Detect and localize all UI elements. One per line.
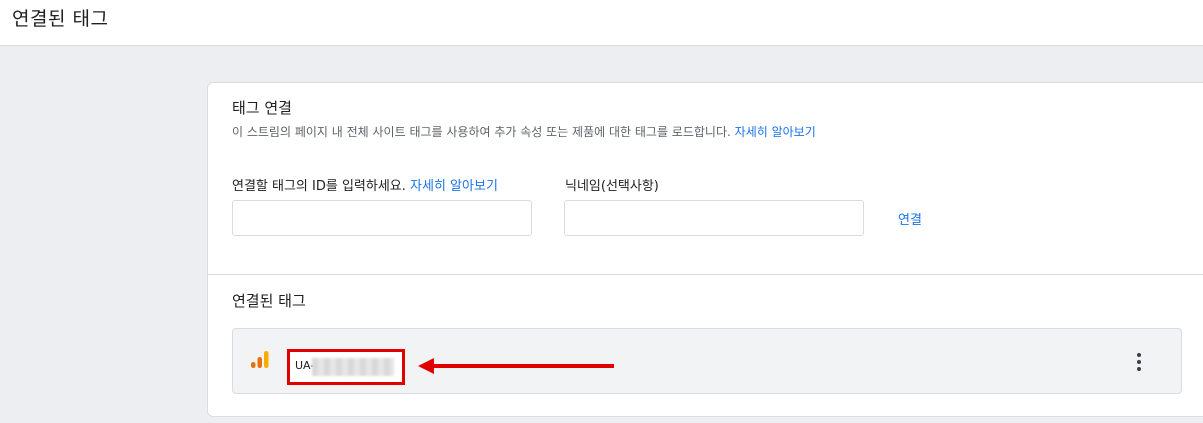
tag-id-label: 연결할 태그의 ID를 입력하세요. 자세히 알아보기 [232, 175, 498, 194]
tag-id-label-text: 연결할 태그의 ID를 입력하세요. [232, 179, 406, 194]
top-bar: 연결된 태그 [0, 0, 1203, 46]
nickname-input[interactable] [564, 200, 864, 236]
nickname-label: 닉네임(선택사항) [565, 179, 659, 194]
connected-tags-title: 연결된 태그 [232, 292, 306, 310]
tag-id-input[interactable] [232, 200, 532, 236]
page-title: 연결된 태그 [12, 8, 109, 30]
tag-connect-title: 태그 연결 [232, 99, 292, 117]
learn-more-link[interactable]: 자세히 알아보기 [735, 125, 816, 139]
connect-button[interactable]: 연결 [898, 209, 922, 228]
annotation-arrow-icon [418, 358, 614, 374]
connected-tag-row[interactable]: UA- [232, 328, 1182, 394]
tag-id-learn-more-link[interactable]: 자세히 알아보기 [410, 179, 498, 194]
tag-connect-description: 이 스트림의 페이지 내 전체 사이트 태그를 사용하여 추가 속성 또는 제품… [232, 123, 816, 140]
analytics-icon [251, 351, 269, 368]
more-options-icon[interactable] [1130, 350, 1148, 374]
description-text: 이 스트림의 페이지 내 전체 사이트 태그를 사용하여 추가 속성 또는 제품… [232, 125, 731, 139]
redacted-tag-id [312, 358, 394, 376]
connected-tags-card: 태그 연결 이 스트림의 페이지 내 전체 사이트 태그를 사용하여 추가 속성… [207, 82, 1203, 417]
section-divider [208, 274, 1203, 275]
tag-id-highlight-box: UA- [287, 349, 405, 385]
